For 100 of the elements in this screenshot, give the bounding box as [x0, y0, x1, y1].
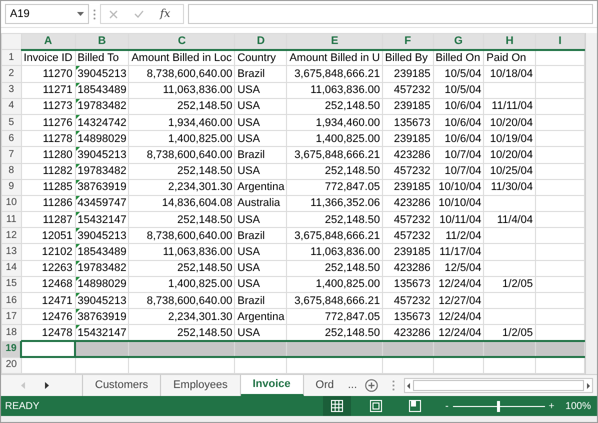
- row-header[interactable]: 6: [2, 130, 22, 147]
- page-break-view-icon[interactable]: [408, 400, 421, 412]
- row-header[interactable]: 1: [2, 50, 22, 66]
- table-cell: 772,847.05: [286, 179, 382, 196]
- zoom-in-button[interactable]: +: [548, 398, 554, 414]
- zoom-out-button[interactable]: -: [445, 398, 449, 414]
- dropdown-caret-icon[interactable]: [77, 12, 84, 16]
- normal-view-icon[interactable]: [330, 400, 343, 412]
- column-header[interactable]: A: [21, 34, 75, 50]
- row-header[interactable]: 14: [2, 260, 22, 276]
- column-title: Amount Billed in Loc: [128, 50, 235, 66]
- row-header[interactable]: 5: [2, 114, 22, 131]
- table-cell: USA: [234, 98, 287, 114]
- more-sheets-button[interactable]: ...: [346, 377, 360, 394]
- table-cell: 252,148.50: [286, 212, 382, 228]
- zoom-level[interactable]: 100%: [565, 398, 591, 414]
- table-cell: 10/20/04: [484, 146, 536, 163]
- table-cell: 252,148.50: [128, 212, 235, 228]
- column-header[interactable]: G: [433, 34, 484, 50]
- row-header[interactable]: 7: [2, 146, 22, 163]
- table-cell: USA: [234, 212, 287, 228]
- table-cell: 10/7/04: [433, 163, 484, 180]
- row-header[interactable]: 19: [2, 341, 22, 358]
- row-header[interactable]: 20: [2, 357, 22, 374]
- table-cell: Brazil: [234, 146, 287, 163]
- row-header[interactable]: 2: [2, 66, 22, 82]
- next-sheet-icon[interactable]: [45, 382, 49, 389]
- column-header[interactable]: B: [75, 34, 129, 50]
- more-options-icon[interactable]: [93, 8, 96, 20]
- table-cell: 10/11/04: [433, 212, 484, 228]
- table-cell: 252,148.50: [286, 260, 382, 276]
- name-box[interactable]: A19: [5, 4, 89, 24]
- table-cell: 10/5/04: [433, 82, 484, 98]
- table-cell: 423286: [382, 146, 434, 163]
- table-cell: 39045213: [75, 228, 129, 244]
- table-cell: 18543489: [75, 82, 129, 98]
- formula-input[interactable]: [188, 4, 593, 24]
- checkmark-icon[interactable]: [134, 10, 144, 18]
- table-cell: USA: [234, 82, 287, 98]
- table-cell: 14,836,604.08: [128, 195, 235, 212]
- table-cell: 19783482: [75, 163, 129, 180]
- column-title: Country: [234, 50, 287, 66]
- table-cell: 10/6/04: [433, 130, 484, 147]
- vertical-scrollbar[interactable]: [585, 33, 597, 374]
- row-header[interactable]: 18: [2, 324, 22, 342]
- table-cell: 12102: [21, 244, 75, 260]
- table-cell: 11271: [21, 82, 75, 98]
- column-header[interactable]: D: [234, 34, 287, 50]
- column-header[interactable]: H: [484, 34, 536, 50]
- column-header[interactable]: I: [535, 34, 585, 50]
- table-cell: 12/27/04: [433, 292, 484, 309]
- row-header[interactable]: 13: [2, 244, 22, 260]
- row-header[interactable]: 16: [2, 292, 22, 309]
- row-header[interactable]: 3: [2, 82, 22, 98]
- table-cell: 239185: [382, 130, 434, 147]
- insert-function-button[interactable]: fx: [160, 6, 170, 22]
- table-cell: 11/30/04: [484, 179, 536, 196]
- sheet-tab[interactable]: Invoice: [240, 375, 304, 396]
- row-header[interactable]: 9: [2, 179, 22, 196]
- table-cell: 12471: [21, 292, 75, 309]
- add-sheet-icon[interactable]: [364, 379, 378, 392]
- column-header[interactable]: F: [382, 34, 434, 50]
- table-cell: 14324742: [75, 114, 129, 131]
- table-cell: USA: [234, 276, 287, 292]
- table-cell: 10/18/04: [484, 66, 536, 82]
- table-cell: 14898029: [75, 276, 129, 292]
- table-cell: 8,738,600,640.00: [128, 66, 235, 82]
- zoom-slider-thumb[interactable]: [497, 400, 500, 412]
- row-header[interactable]: 4: [2, 98, 22, 114]
- table-cell: Argentina: [234, 308, 287, 325]
- table-cell: 1,400,825.00: [286, 276, 382, 292]
- row-header[interactable]: 8: [2, 163, 22, 180]
- table-cell: 8,738,600,640.00: [128, 146, 235, 163]
- column-title: Paid On: [484, 50, 536, 66]
- splitter-handle-icon[interactable]: [392, 380, 395, 391]
- row-header[interactable]: 17: [2, 308, 22, 325]
- table-cell: 11,063,836.00: [286, 244, 382, 260]
- table-cell: 11,063,836.00: [128, 244, 235, 260]
- column-title: Amount Billed in U: [286, 50, 382, 66]
- column-header[interactable]: C: [128, 34, 235, 50]
- table-cell: 11/11/04: [484, 98, 536, 114]
- table-cell: 39045213: [75, 292, 129, 309]
- row-header[interactable]: 15: [2, 276, 22, 292]
- table-cell: 252,148.50: [128, 163, 235, 180]
- sheet-tab[interactable]: Ord: [304, 375, 346, 396]
- table-cell: 239185: [382, 244, 434, 260]
- active-cell[interactable]: [21, 341, 75, 358]
- column-header[interactable]: E: [286, 34, 382, 50]
- table-cell: Brazil: [234, 66, 287, 82]
- horizontal-scrollbar[interactable]: [404, 378, 593, 393]
- table-cell: 1,400,825.00: [128, 276, 235, 292]
- table-cell: USA: [234, 130, 287, 147]
- page-layout-view-icon[interactable]: [370, 400, 382, 412]
- table-cell: 252,148.50: [286, 98, 382, 114]
- row-header[interactable]: 10: [2, 195, 22, 212]
- row-header[interactable]: 11: [2, 212, 22, 228]
- row-header[interactable]: 12: [2, 228, 22, 244]
- table-cell: 1/2/05: [484, 276, 536, 292]
- table-cell: 19783482: [75, 98, 129, 114]
- table-cell: 39045213: [75, 66, 129, 82]
